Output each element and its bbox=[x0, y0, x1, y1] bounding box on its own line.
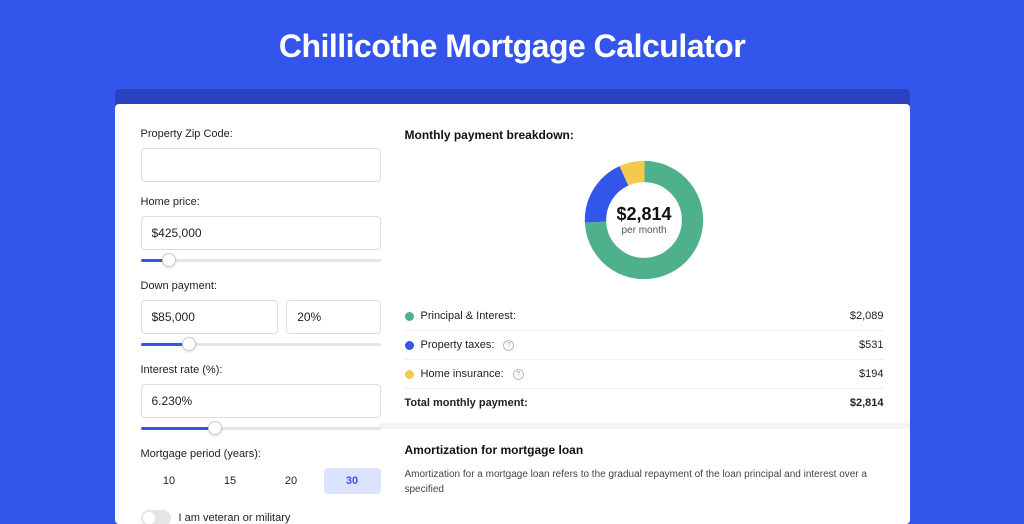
interest-input[interactable] bbox=[141, 384, 381, 418]
period-option-30[interactable]: 30 bbox=[324, 468, 381, 494]
donut-chart-wrap: $2,814 per month bbox=[405, 156, 884, 284]
info-icon[interactable]: ? bbox=[513, 369, 524, 380]
total-label: Total monthly payment: bbox=[405, 397, 528, 409]
down-payment-label: Down payment: bbox=[141, 280, 381, 292]
calculator-card: Property Zip Code: Home price: Down paym… bbox=[115, 104, 910, 524]
home-price-input[interactable] bbox=[141, 216, 381, 250]
down-payment-pct-input[interactable] bbox=[286, 300, 380, 334]
legend-row: Property taxes:? $531 bbox=[405, 331, 884, 360]
legend-label: Home insurance: bbox=[421, 368, 504, 380]
toggle-knob bbox=[143, 512, 155, 524]
period-options: 10152030 bbox=[141, 468, 381, 494]
veteran-toggle[interactable] bbox=[141, 510, 171, 524]
total-value: $2,814 bbox=[850, 397, 884, 409]
amortization-title: Amortization for mortgage loan bbox=[405, 443, 884, 457]
zip-label: Property Zip Code: bbox=[141, 128, 381, 140]
breakdown-title: Monthly payment breakdown: bbox=[405, 128, 884, 142]
home-price-label: Home price: bbox=[141, 196, 381, 208]
breakdown-column: Monthly payment breakdown: $2,814 per mo… bbox=[405, 128, 884, 524]
period-option-15[interactable]: 15 bbox=[202, 468, 259, 494]
down-payment-slider[interactable] bbox=[141, 338, 381, 352]
amortization-text: Amortization for a mortgage loan refers … bbox=[405, 467, 884, 497]
info-icon[interactable]: ? bbox=[503, 340, 514, 351]
legend-label: Principal & Interest: bbox=[421, 310, 516, 322]
legend-row: Home insurance:? $194 bbox=[405, 360, 884, 389]
legend-value: $531 bbox=[859, 339, 883, 351]
down-payment-input[interactable] bbox=[141, 300, 279, 334]
legend-row: Principal & Interest: $2,089 bbox=[405, 302, 884, 331]
donut-sub: per month bbox=[621, 225, 666, 236]
interest-label: Interest rate (%): bbox=[141, 364, 381, 376]
donut-amount: $2,814 bbox=[616, 204, 671, 225]
inputs-column: Property Zip Code: Home price: Down paym… bbox=[141, 128, 381, 524]
page-title: Chillicothe Mortgage Calculator bbox=[0, 0, 1024, 89]
donut-chart: $2,814 per month bbox=[580, 156, 708, 284]
home-price-slider[interactable] bbox=[141, 254, 381, 268]
zip-input[interactable] bbox=[141, 148, 381, 182]
legend-label: Property taxes: bbox=[421, 339, 495, 351]
amortization-section: Amortization for mortgage loan Amortizat… bbox=[379, 423, 910, 497]
legend-dot bbox=[405, 312, 414, 321]
interest-slider[interactable] bbox=[141, 422, 381, 436]
period-option-20[interactable]: 20 bbox=[263, 468, 320, 494]
veteran-label: I am veteran or military bbox=[179, 512, 291, 524]
legend-dot bbox=[405, 341, 414, 350]
legend-dot bbox=[405, 370, 414, 379]
period-option-10[interactable]: 10 bbox=[141, 468, 198, 494]
legend-value: $194 bbox=[859, 368, 883, 380]
period-label: Mortgage period (years): bbox=[141, 448, 381, 460]
legend-value: $2,089 bbox=[850, 310, 884, 322]
